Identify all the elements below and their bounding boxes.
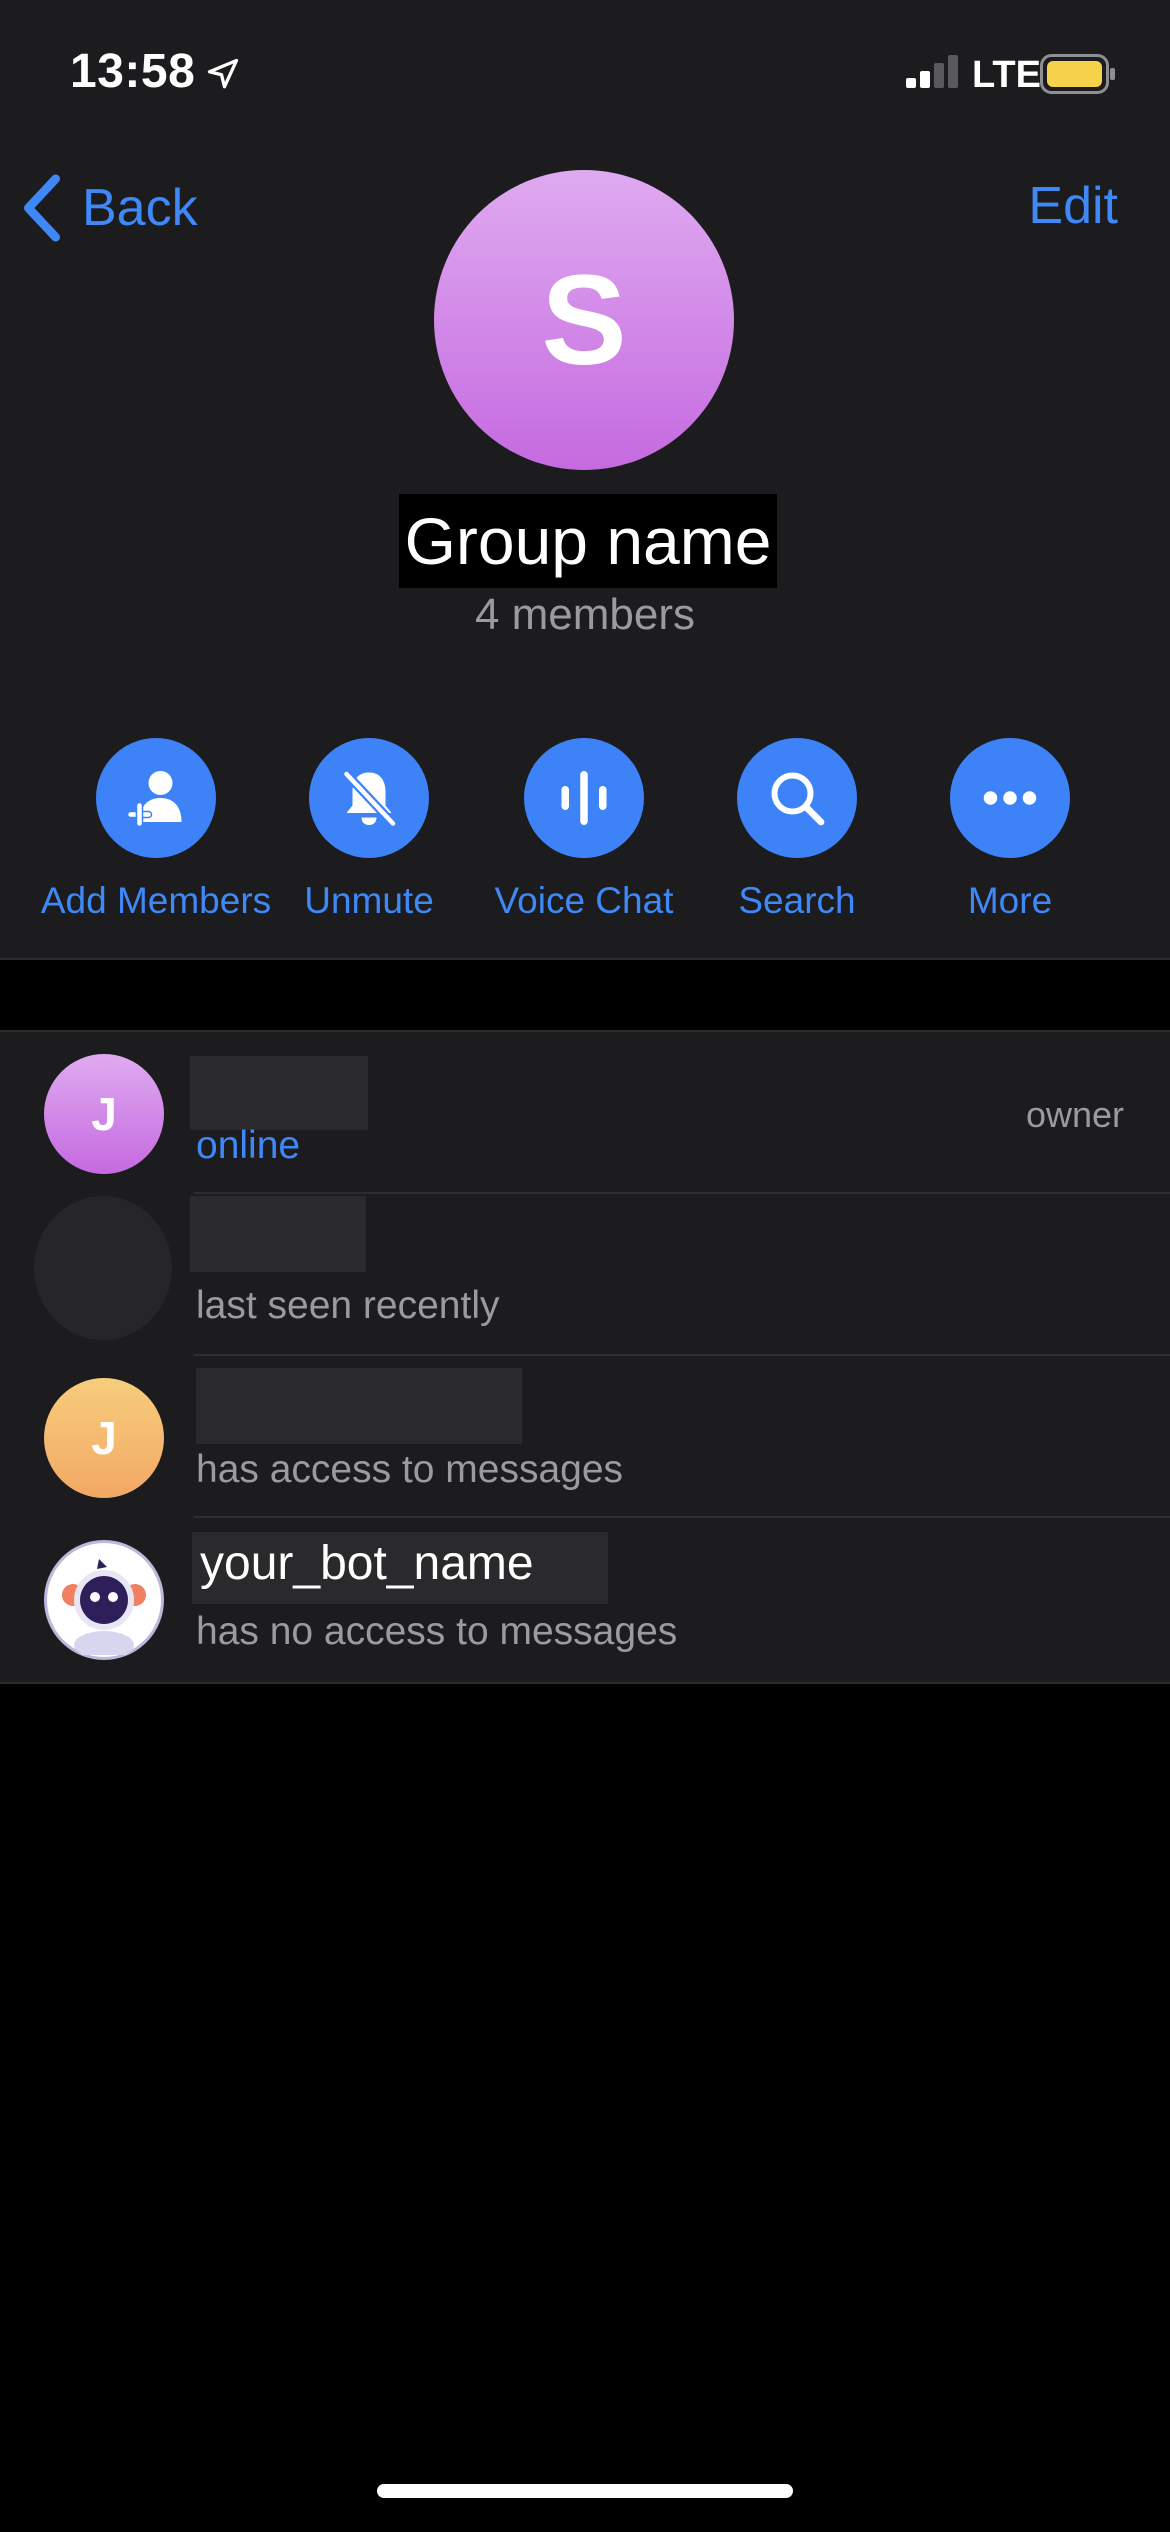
redacted-name: [190, 1196, 366, 1272]
action-bar: Add Members Unmute Voice Chat Search Mor…: [0, 738, 1170, 921]
member-status: last seen recently: [196, 1284, 500, 1327]
add-members-button[interactable]: Add Members: [41, 738, 271, 922]
status-time: 13:58: [70, 45, 196, 98]
redacted-name: [190, 1056, 368, 1130]
member-status: online: [196, 1124, 301, 1167]
home-indicator[interactable]: [377, 2484, 793, 2498]
voice-chat-label: Voice Chat: [494, 880, 674, 921]
more-dots-icon: [983, 791, 1037, 805]
member-row[interactable]: last seen recently: [0, 1194, 1170, 1356]
location-arrow-icon: [207, 58, 239, 89]
member-row[interactable]: J has access to messages: [0, 1356, 1170, 1518]
bot-avatar-icon: [52, 1548, 156, 1655]
avatar: [34, 1196, 172, 1340]
back-label: Back: [82, 179, 198, 237]
more-button[interactable]: More: [900, 738, 1120, 922]
search-button[interactable]: Search: [687, 738, 907, 922]
battery-icon: [1040, 54, 1115, 94]
avatar: J: [44, 1378, 164, 1498]
add-member-icon: [126, 771, 182, 828]
group-avatar[interactable]: S: [434, 170, 734, 470]
group-name: Group name: [399, 494, 777, 588]
search-label: Search: [738, 880, 856, 921]
member-row[interactable]: J online owner: [0, 1032, 1170, 1194]
member-role: owner: [1025, 1094, 1124, 1135]
signal-bars-icon: [906, 55, 958, 88]
member-status: has access to messages: [196, 1448, 624, 1491]
voice-wave-icon: [561, 771, 607, 825]
member-row[interactable]: your_bot_name has no access to messages: [0, 1518, 1170, 1680]
more-label: More: [967, 880, 1053, 921]
avatar: J: [44, 1054, 164, 1174]
members-list: J online owner last seen recently J has …: [0, 1030, 1170, 1684]
member-count: 4 members: [474, 590, 696, 639]
network-type: LTE: [972, 54, 1041, 96]
edit-button[interactable]: Edit: [1028, 176, 1118, 236]
voice-chat-button[interactable]: Voice Chat: [474, 738, 694, 922]
member-status: has no access to messages: [196, 1610, 678, 1653]
bell-slash-icon: [343, 770, 397, 827]
unmute-button[interactable]: Unmute: [259, 738, 479, 922]
member-name: your_bot_name: [200, 1537, 534, 1590]
back-button[interactable]: Back: [20, 168, 198, 248]
chevron-left-icon: [24, 174, 60, 242]
avatar: [44, 1540, 164, 1660]
add-members-label: Add Members: [40, 880, 272, 921]
redacted-name: [196, 1368, 522, 1444]
search-icon: [771, 772, 825, 826]
unmute-label: Unmute: [304, 880, 434, 921]
